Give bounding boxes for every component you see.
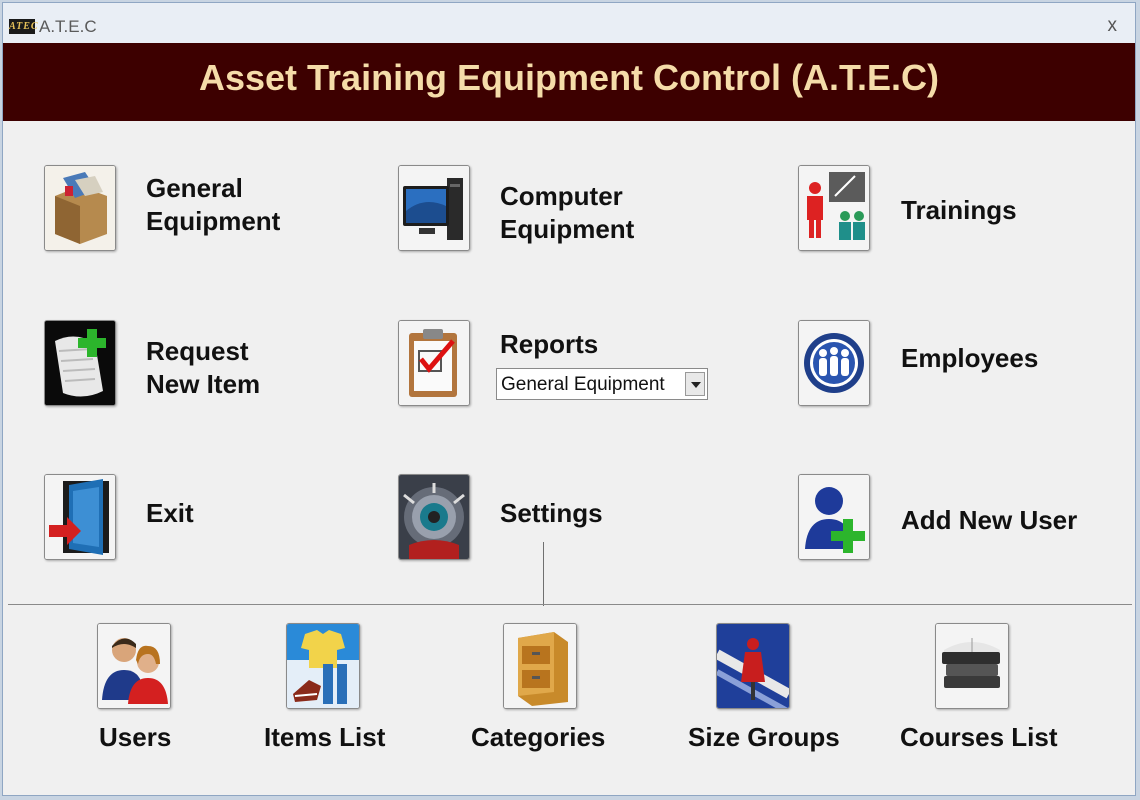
general-equipment-label-line2: Equipment [146, 206, 281, 236]
items-list-icon[interactable] [286, 623, 360, 709]
window-title: A.T.E.C [39, 17, 97, 36]
report-type-value: General Equipment [501, 374, 665, 395]
chevron-down-icon[interactable] [685, 372, 705, 396]
exit-door-icon[interactable] [44, 474, 116, 560]
settings-connector-line [543, 542, 544, 606]
settings-divider [8, 604, 1132, 605]
header-banner: Asset Training Equipment Control (A.T.E.… [3, 43, 1135, 121]
close-button[interactable]: x [1108, 15, 1118, 37]
employees-label: Employees [901, 343, 1039, 373]
categories-label[interactable]: Categories [471, 722, 605, 753]
request-new-item-label-line2: New Item [146, 369, 261, 399]
courses-list-label[interactable]: Courses List [900, 722, 1058, 753]
settings-gear-icon[interactable] [398, 474, 470, 560]
computer-icon[interactable] [398, 165, 470, 251]
training-icon[interactable] [798, 165, 870, 251]
report-type-select[interactable]: General Equipment [496, 368, 708, 400]
computer-equipment-label-line2: Equipment [500, 214, 635, 244]
exit-label: Exit [146, 498, 194, 528]
computer-equipment-label-line1: Computer [500, 181, 623, 211]
app-logo-icon: ATEC [9, 19, 39, 34]
employees-icon[interactable] [798, 320, 870, 406]
add-new-user-label: Add New User [901, 505, 1078, 535]
reports-label: Reports [500, 329, 599, 359]
add-user-icon[interactable] [798, 474, 870, 560]
request-new-item-label-line1: Request [146, 336, 249, 366]
books-icon[interactable] [935, 623, 1009, 709]
title-bar: ATEC A.T.E.C x [3, 3, 1135, 44]
trainings-label: Trainings [901, 195, 1017, 225]
users-icon[interactable] [97, 623, 171, 709]
settings-label: Settings [500, 498, 603, 528]
document-add-icon[interactable] [44, 320, 116, 406]
size-groups-icon[interactable] [716, 623, 790, 709]
box-icon[interactable] [44, 165, 116, 251]
items-list-label[interactable]: Items List [264, 722, 385, 753]
general-equipment-label-line1: General [146, 173, 243, 203]
users-label[interactable]: Users [99, 722, 171, 753]
size-groups-label[interactable]: Size Groups [688, 722, 840, 753]
clipboard-check-icon[interactable] [398, 320, 470, 406]
filing-cabinet-icon[interactable] [503, 623, 577, 709]
page-title: Asset Training Equipment Control (A.T.E.… [198, 57, 940, 98]
